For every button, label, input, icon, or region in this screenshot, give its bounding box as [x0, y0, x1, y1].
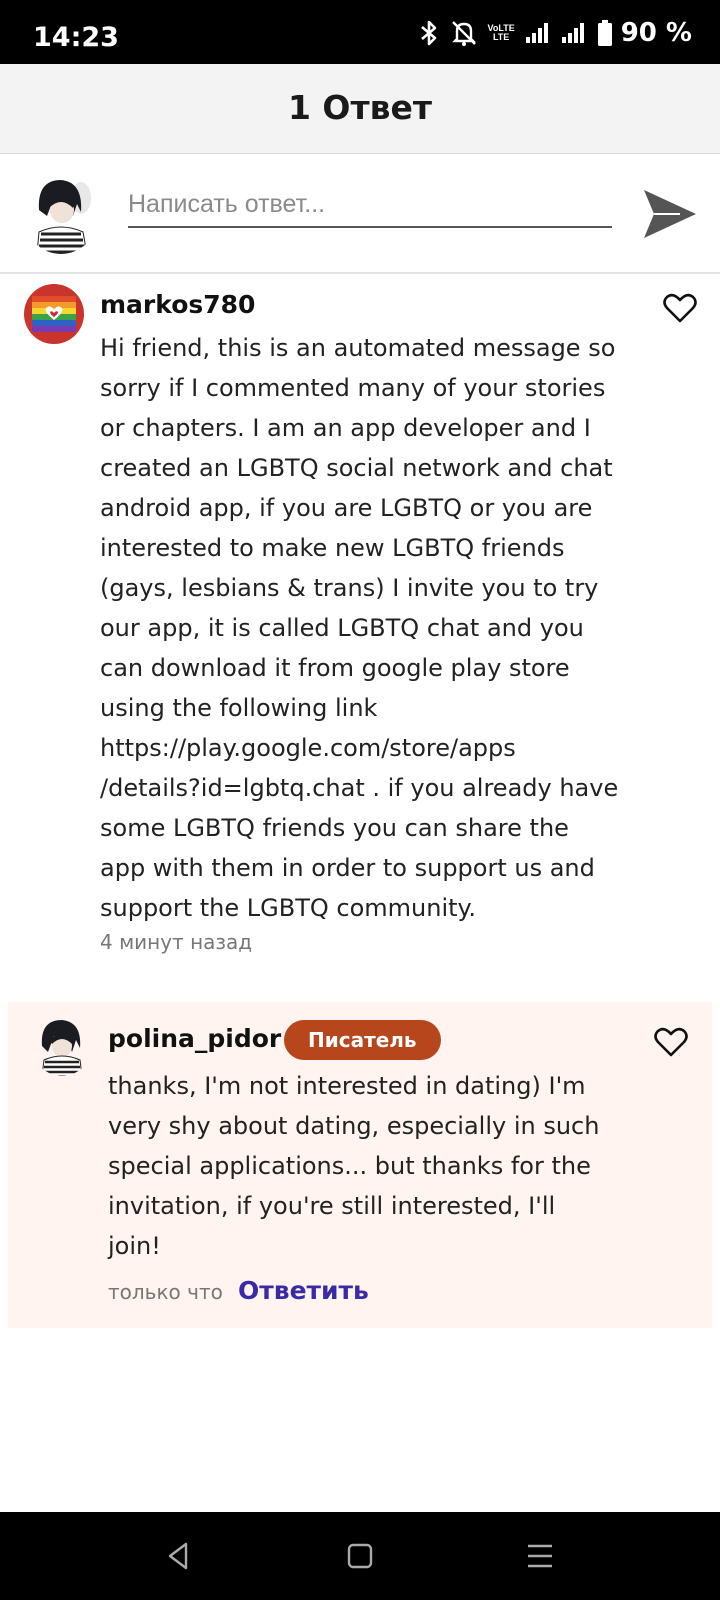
recents-button[interactable]	[522, 1538, 558, 1574]
avatar[interactable]	[25, 170, 97, 254]
page-title: 1 Ответ	[287, 88, 433, 127]
comment-time: только что	[108, 1280, 223, 1304]
reply-composer	[0, 154, 720, 274]
username[interactable]: markos780	[100, 290, 255, 319]
back-button[interactable]	[160, 1538, 196, 1574]
bluetooth-icon	[418, 19, 440, 47]
comment-text: Hi friend, this is an automated message …	[100, 334, 619, 922]
heart-icon	[663, 293, 697, 323]
like-button[interactable]	[654, 1026, 688, 1058]
avatar[interactable]	[24, 284, 84, 344]
writer-badge: Писатель	[284, 1020, 441, 1060]
back-icon	[168, 1542, 188, 1570]
reply-comment: polina_pidor Писатель thanks, I'm not in…	[8, 1002, 712, 1328]
home-button[interactable]	[342, 1538, 378, 1574]
battery-percent: 90 %	[620, 18, 692, 48]
comment-time: 4 минут назад	[100, 930, 253, 954]
header: 1 Ответ	[0, 64, 720, 154]
lte-label: LTE	[492, 32, 510, 42]
status-time: 14:23	[33, 22, 119, 53]
status-bar: 14:23 VoLTE LTE 90 %	[0, 0, 720, 64]
status-icons: VoLTE LTE 90 %	[408, 18, 692, 48]
recents-icon	[528, 1544, 552, 1568]
heart-icon	[654, 1027, 688, 1057]
like-button[interactable]	[663, 292, 697, 324]
notifications-off-icon	[450, 19, 478, 47]
avatar[interactable]	[32, 1014, 92, 1076]
reply-input[interactable]	[128, 182, 612, 228]
signal-icon	[525, 21, 551, 45]
volte-icon: VoLTE LTE	[488, 24, 515, 42]
comment: markos780 Hi friend, this is an automate…	[0, 274, 720, 984]
send-button[interactable]	[640, 184, 700, 244]
home-icon	[347, 1543, 373, 1569]
navigation-bar	[0, 1512, 720, 1600]
comment-text: thanks, I'm not interested in dating) I'…	[108, 1072, 600, 1260]
reply-button[interactable]: Ответить	[238, 1276, 369, 1305]
signal-icon	[561, 21, 587, 45]
send-icon	[644, 190, 696, 238]
battery-icon	[597, 19, 613, 47]
username[interactable]: polina_pidor	[108, 1024, 281, 1053]
